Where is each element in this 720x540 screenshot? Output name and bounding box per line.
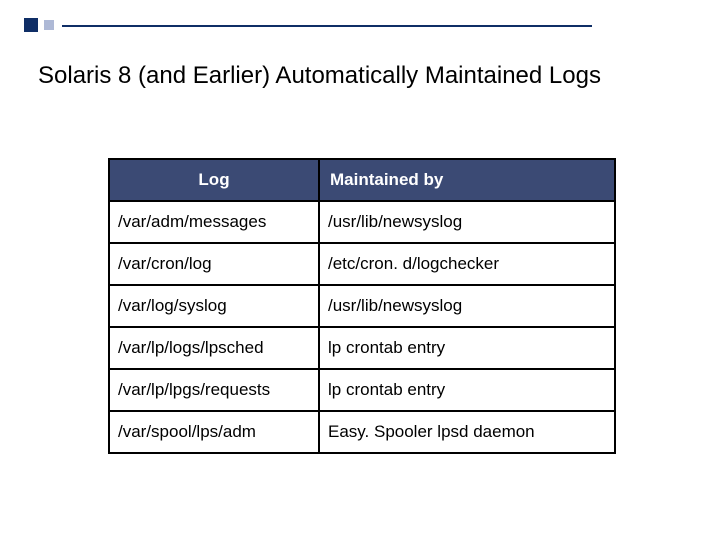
cell-maintained: /etc/cron. d/logchecker	[319, 243, 615, 285]
table-row: /var/cron/log /etc/cron. d/logchecker	[109, 243, 615, 285]
table-row: /var/lp/logs/lpsched lp crontab entry	[109, 327, 615, 369]
slide-title: Solaris 8 (and Earlier) Automatically Ma…	[38, 62, 682, 90]
table-row: /var/log/syslog /usr/lib/newsyslog	[109, 285, 615, 327]
slide: Solaris 8 (and Earlier) Automatically Ma…	[0, 0, 720, 540]
cell-log: /var/cron/log	[109, 243, 319, 285]
table-row: /var/adm/messages /usr/lib/newsyslog	[109, 201, 615, 243]
header-log: Log	[109, 159, 319, 201]
table-row: /var/lp/lpgs/requests lp crontab entry	[109, 369, 615, 411]
header-line	[62, 25, 592, 27]
cell-log: /var/lp/lpgs/requests	[109, 369, 319, 411]
log-table: Log Maintained by /var/adm/messages /usr…	[108, 158, 616, 454]
cell-log: /var/lp/logs/lpsched	[109, 327, 319, 369]
cell-maintained: Easy. Spooler lpsd daemon	[319, 411, 615, 453]
cell-log: /var/log/syslog	[109, 285, 319, 327]
header-decoration	[24, 18, 60, 32]
square-icon	[24, 18, 38, 32]
square-icon-light	[44, 20, 54, 30]
cell-maintained: /usr/lib/newsyslog	[319, 285, 615, 327]
cell-log: /var/spool/lps/adm	[109, 411, 319, 453]
header-maintained: Maintained by	[319, 159, 615, 201]
cell-maintained: /usr/lib/newsyslog	[319, 201, 615, 243]
cell-maintained: lp crontab entry	[319, 369, 615, 411]
table-row: /var/spool/lps/adm Easy. Spooler lpsd da…	[109, 411, 615, 453]
cell-log: /var/adm/messages	[109, 201, 319, 243]
table-header-row: Log Maintained by	[109, 159, 615, 201]
log-table-wrap: Log Maintained by /var/adm/messages /usr…	[108, 158, 614, 454]
cell-maintained: lp crontab entry	[319, 327, 615, 369]
